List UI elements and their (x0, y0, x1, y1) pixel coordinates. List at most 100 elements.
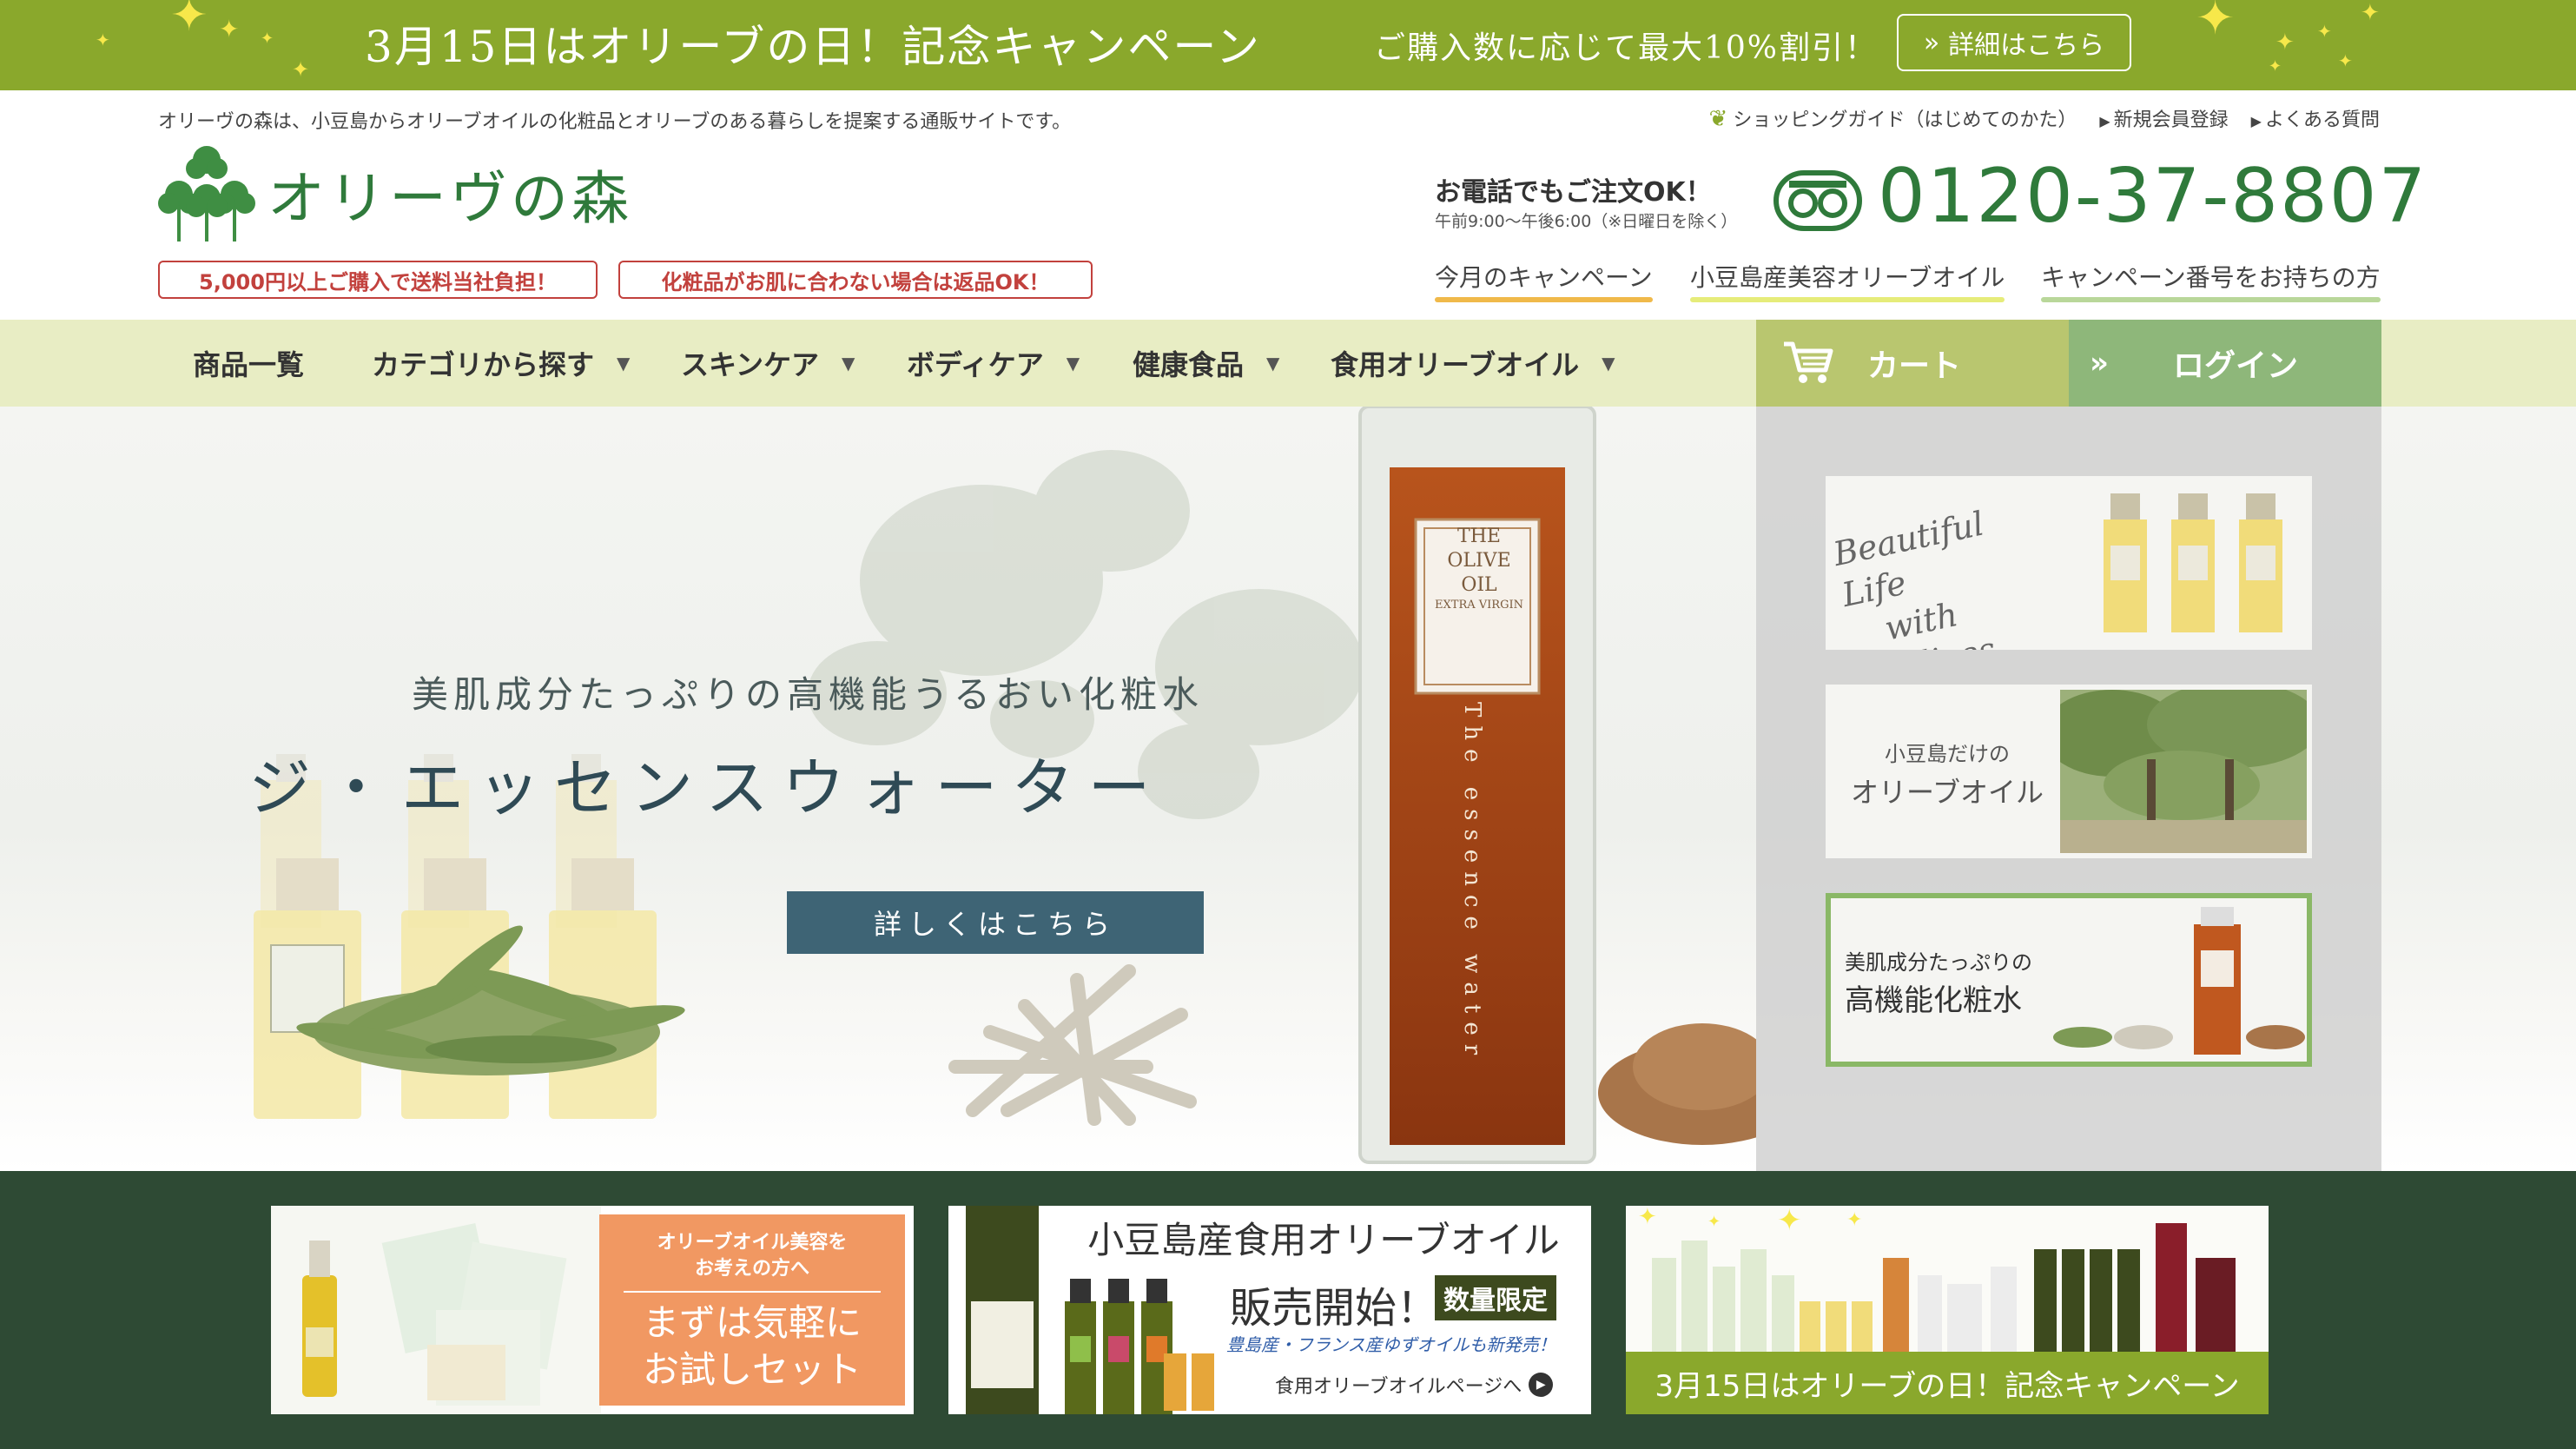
thumb-caption-line: オリーブオイル (1850, 776, 2044, 809)
register-label: 新規会員登録 (2113, 109, 2229, 131)
free-dial-icon (1773, 170, 1862, 231)
site-logo[interactable]: オリーヴの森 (158, 144, 632, 243)
return-policy-badge: 化粧品がお肌に合わない場合は返品OK！ (618, 261, 1093, 299)
sparkle-icon: ✦ (2317, 21, 2332, 42)
logo-text: オリーヴの森 (268, 165, 632, 232)
campaign-banner[interactable]: ✦ ✦ ✦ ✦ ✦ ✦ ✦ ✦ ✦ ✦ ✦ 3月15日はオリーブの日！記念キャン… (0, 0, 2576, 90)
caret-down-icon: ▼ (1602, 353, 1615, 374)
shopping-guide-link[interactable]: ❦ ショッピングガイド（はじめてのかた） (1709, 104, 2077, 132)
olive-day-campaign-banner[interactable]: ✦ ✦ ✦ ✦ 3月15日はオリーブの日！記念キャンペーン (1626, 1206, 2269, 1414)
sparkle-icon: ✦ (170, 0, 208, 42)
sparkle-icon: ✦ (219, 15, 240, 43)
thumb-caption-line: 小豆島だけの (1885, 742, 2010, 766)
sparkle-icon: ✦ (292, 57, 310, 82)
faq-link[interactable]: ▶ よくある質問 (2251, 104, 2380, 132)
cart-label: カート (1867, 348, 1962, 384)
hero-thumb-shodoshima-oil[interactable]: 小豆島だけの オリーブオイル (1826, 685, 2312, 858)
hero-thumb-beautiful-life[interactable]: Beautiful Life with Olives (1826, 476, 2312, 650)
nav-label: 食用オリーブオイル (1331, 348, 1580, 381)
edible-oil-note: 豊島産・フランス産ゆずオイルも新発売！ (1226, 1334, 1556, 1355)
campaign-number-label: キャンペーン番号をお持ちの方 (2041, 263, 2381, 292)
nav-item-products[interactable]: 商品一覧 (193, 320, 304, 407)
product-bottles-image (2104, 493, 2282, 632)
thumb-caption: 美肌成分たっぷりの 高機能化粧水 (1845, 943, 2032, 1020)
campaign-discount: ご購入数に応じて最大10%割引！ (1374, 30, 1879, 66)
nav-item-health-food[interactable]: 健康食品 ▼ (1133, 320, 1279, 407)
trial-set-head: オリーブオイル美容を お考えの方へ (599, 1230, 905, 1282)
monthly-campaign-label: 今月のキャンペーン (1435, 263, 1653, 292)
sparkle-icon: ✦ (1846, 1209, 1863, 1231)
bottle-label: THE OLIVE OIL EXTRA VIRGIN (1428, 525, 1530, 613)
cart-icon (1784, 341, 1833, 383)
underline-decoration (1435, 297, 1653, 302)
bottle-label-line: THE (1457, 526, 1501, 547)
thumb-caption: 小豆島だけの オリーブオイル (1843, 735, 2051, 811)
triangle-right-icon: ▶ (2250, 113, 2262, 129)
trial-set-main: まずは気軽に お試しセット (599, 1300, 905, 1393)
phone-number[interactable]: 0120-37-8807 (1878, 153, 2427, 240)
campaign-title: 3月15日はオリーブの日！記念キャンペーン (365, 22, 1261, 72)
edible-oil-sub: 販売開始！ (1230, 1284, 1439, 1333)
olive-grove-photo (2060, 690, 2307, 853)
cart-button[interactable]: カート (1756, 320, 2069, 407)
free-shipping-badge: 5,000円以上ご購入で送料当社負担！ (158, 261, 598, 299)
underline-decoration (2041, 297, 2381, 302)
hero-thumb-lotion[interactable]: 美肌成分たっぷりの 高機能化粧水 (1826, 893, 2312, 1067)
campaign-number-link[interactable]: キャンペーン番号をお持ちの方 (2041, 259, 2381, 302)
bottle-label-line: OLIVE (1447, 550, 1511, 572)
register-link[interactable]: ▶ 新規会員登録 (2099, 104, 2228, 132)
trial-set-main-line: まずは気軽に (642, 1301, 862, 1344)
trial-set-main-line: お試しセット (642, 1348, 862, 1391)
trial-set-head-line: お考えの方へ (694, 1258, 809, 1280)
lotion-product-image (2053, 907, 2305, 1055)
thumb-caption-line: 高機能化粧水 (1845, 983, 2022, 1018)
double-chevron-right-icon: » (2090, 346, 2109, 380)
sparkle-icon: ✦ (96, 30, 110, 50)
edible-oil-page-label: 食用オリーブオイルページへ (1275, 1376, 1522, 1398)
sparkle-icon: ✦ (2338, 50, 2353, 71)
olive-day-caption: 3月15日はオリーブの日！記念キャンペーン (1626, 1352, 2269, 1414)
bottle-label-line: OIL (1461, 574, 1497, 596)
nav-label: ボディケア (907, 348, 1044, 381)
campaign-details-label: 詳細はこちら (1948, 30, 2105, 61)
thumb-caption: Beautiful Life with Olives (1830, 491, 2069, 650)
nav-label: カテゴリから探す (372, 348, 595, 381)
trial-set-banner[interactable]: オリーブオイル美容を お考えの方へ まずは気軽に お試しセット (271, 1206, 914, 1414)
edible-olive-oil-banner[interactable]: 小豆島産食用オリーブオイル 販売開始！ 数量限定 豊島産・フランス産ゆずオイルも… (948, 1206, 1591, 1414)
triangle-right-icon: ▶ (2099, 113, 2110, 129)
double-chevron-right-icon: » (1923, 27, 1940, 58)
trial-set-image (271, 1206, 601, 1414)
nav-item-edible-olive-oil[interactable]: 食用オリーブオイル ▼ (1331, 320, 1615, 407)
login-label: ログイン (2173, 348, 2299, 384)
nav-label: 商品一覧 (193, 348, 305, 381)
caret-down-icon: ▼ (1266, 353, 1280, 374)
bottle-vertical-text: The essence water (1459, 702, 1485, 1064)
hero-details-button[interactable]: 詳しくはこちら (787, 891, 1204, 954)
phone-hours: 午前9:00～午後6:00（※日曜日を除く） (1435, 212, 1738, 231)
olive-trees-icon (158, 146, 255, 242)
sparkle-icon: ✦ (2275, 30, 2295, 56)
site-intro: オリーヴの森は、小豆島からオリーブオイルの化粧品とオリーブのある暮らしを提案する… (158, 111, 1072, 133)
nav-item-skincare[interactable]: スキンケア ▼ (681, 320, 855, 407)
sparkle-icon: ✦ (2196, 0, 2236, 45)
beginner-leaf-icon: ❦ (1708, 106, 1728, 132)
hero-title: ジ・エッセンスウォーター (248, 751, 1165, 824)
hero-thumbnail-panel: Beautiful Life with Olives 小豆島だけの オリーブオイ… (1756, 407, 2381, 1171)
thumb-caption-line: 美肌成分たっぷりの (1845, 950, 2032, 975)
monthly-campaign-link[interactable]: 今月のキャンペーン (1435, 259, 1653, 302)
nav-label: 健康食品 (1133, 348, 1245, 381)
edible-oil-page-link[interactable]: 食用オリーブオイルページへ ▶ (1275, 1371, 1554, 1399)
underline-decoration (1690, 297, 2005, 302)
sparkle-icon: ✦ (1638, 1206, 1657, 1230)
beauty-olive-oil-link[interactable]: 小豆島産美容オリーブオイル (1690, 259, 2005, 302)
beauty-olive-oil-label: 小豆島産美容オリーブオイル (1690, 263, 2005, 292)
nav-item-bodycare[interactable]: ボディケア ▼ (907, 320, 1080, 407)
edible-oil-title: 小豆島産食用オリーブオイル (1087, 1219, 1560, 1261)
caret-down-icon: ▼ (842, 353, 855, 374)
campaign-details-button[interactable]: » 詳細はこちら (1897, 14, 2131, 71)
trial-set-head-line: オリーブオイル美容を (657, 1232, 848, 1254)
login-button[interactable]: » ログイン (2069, 320, 2381, 407)
promo-banner-row: オリーブオイル美容を お考えの方へ まずは気軽に お試しセット 小豆島産食用オリ… (0, 1171, 2576, 1449)
nav-item-categories[interactable]: カテゴリから探す ▼ (372, 320, 630, 407)
hero-slider[interactable]: THE OLIVE OIL EXTRA VIRGIN The essence w… (0, 407, 2576, 1171)
